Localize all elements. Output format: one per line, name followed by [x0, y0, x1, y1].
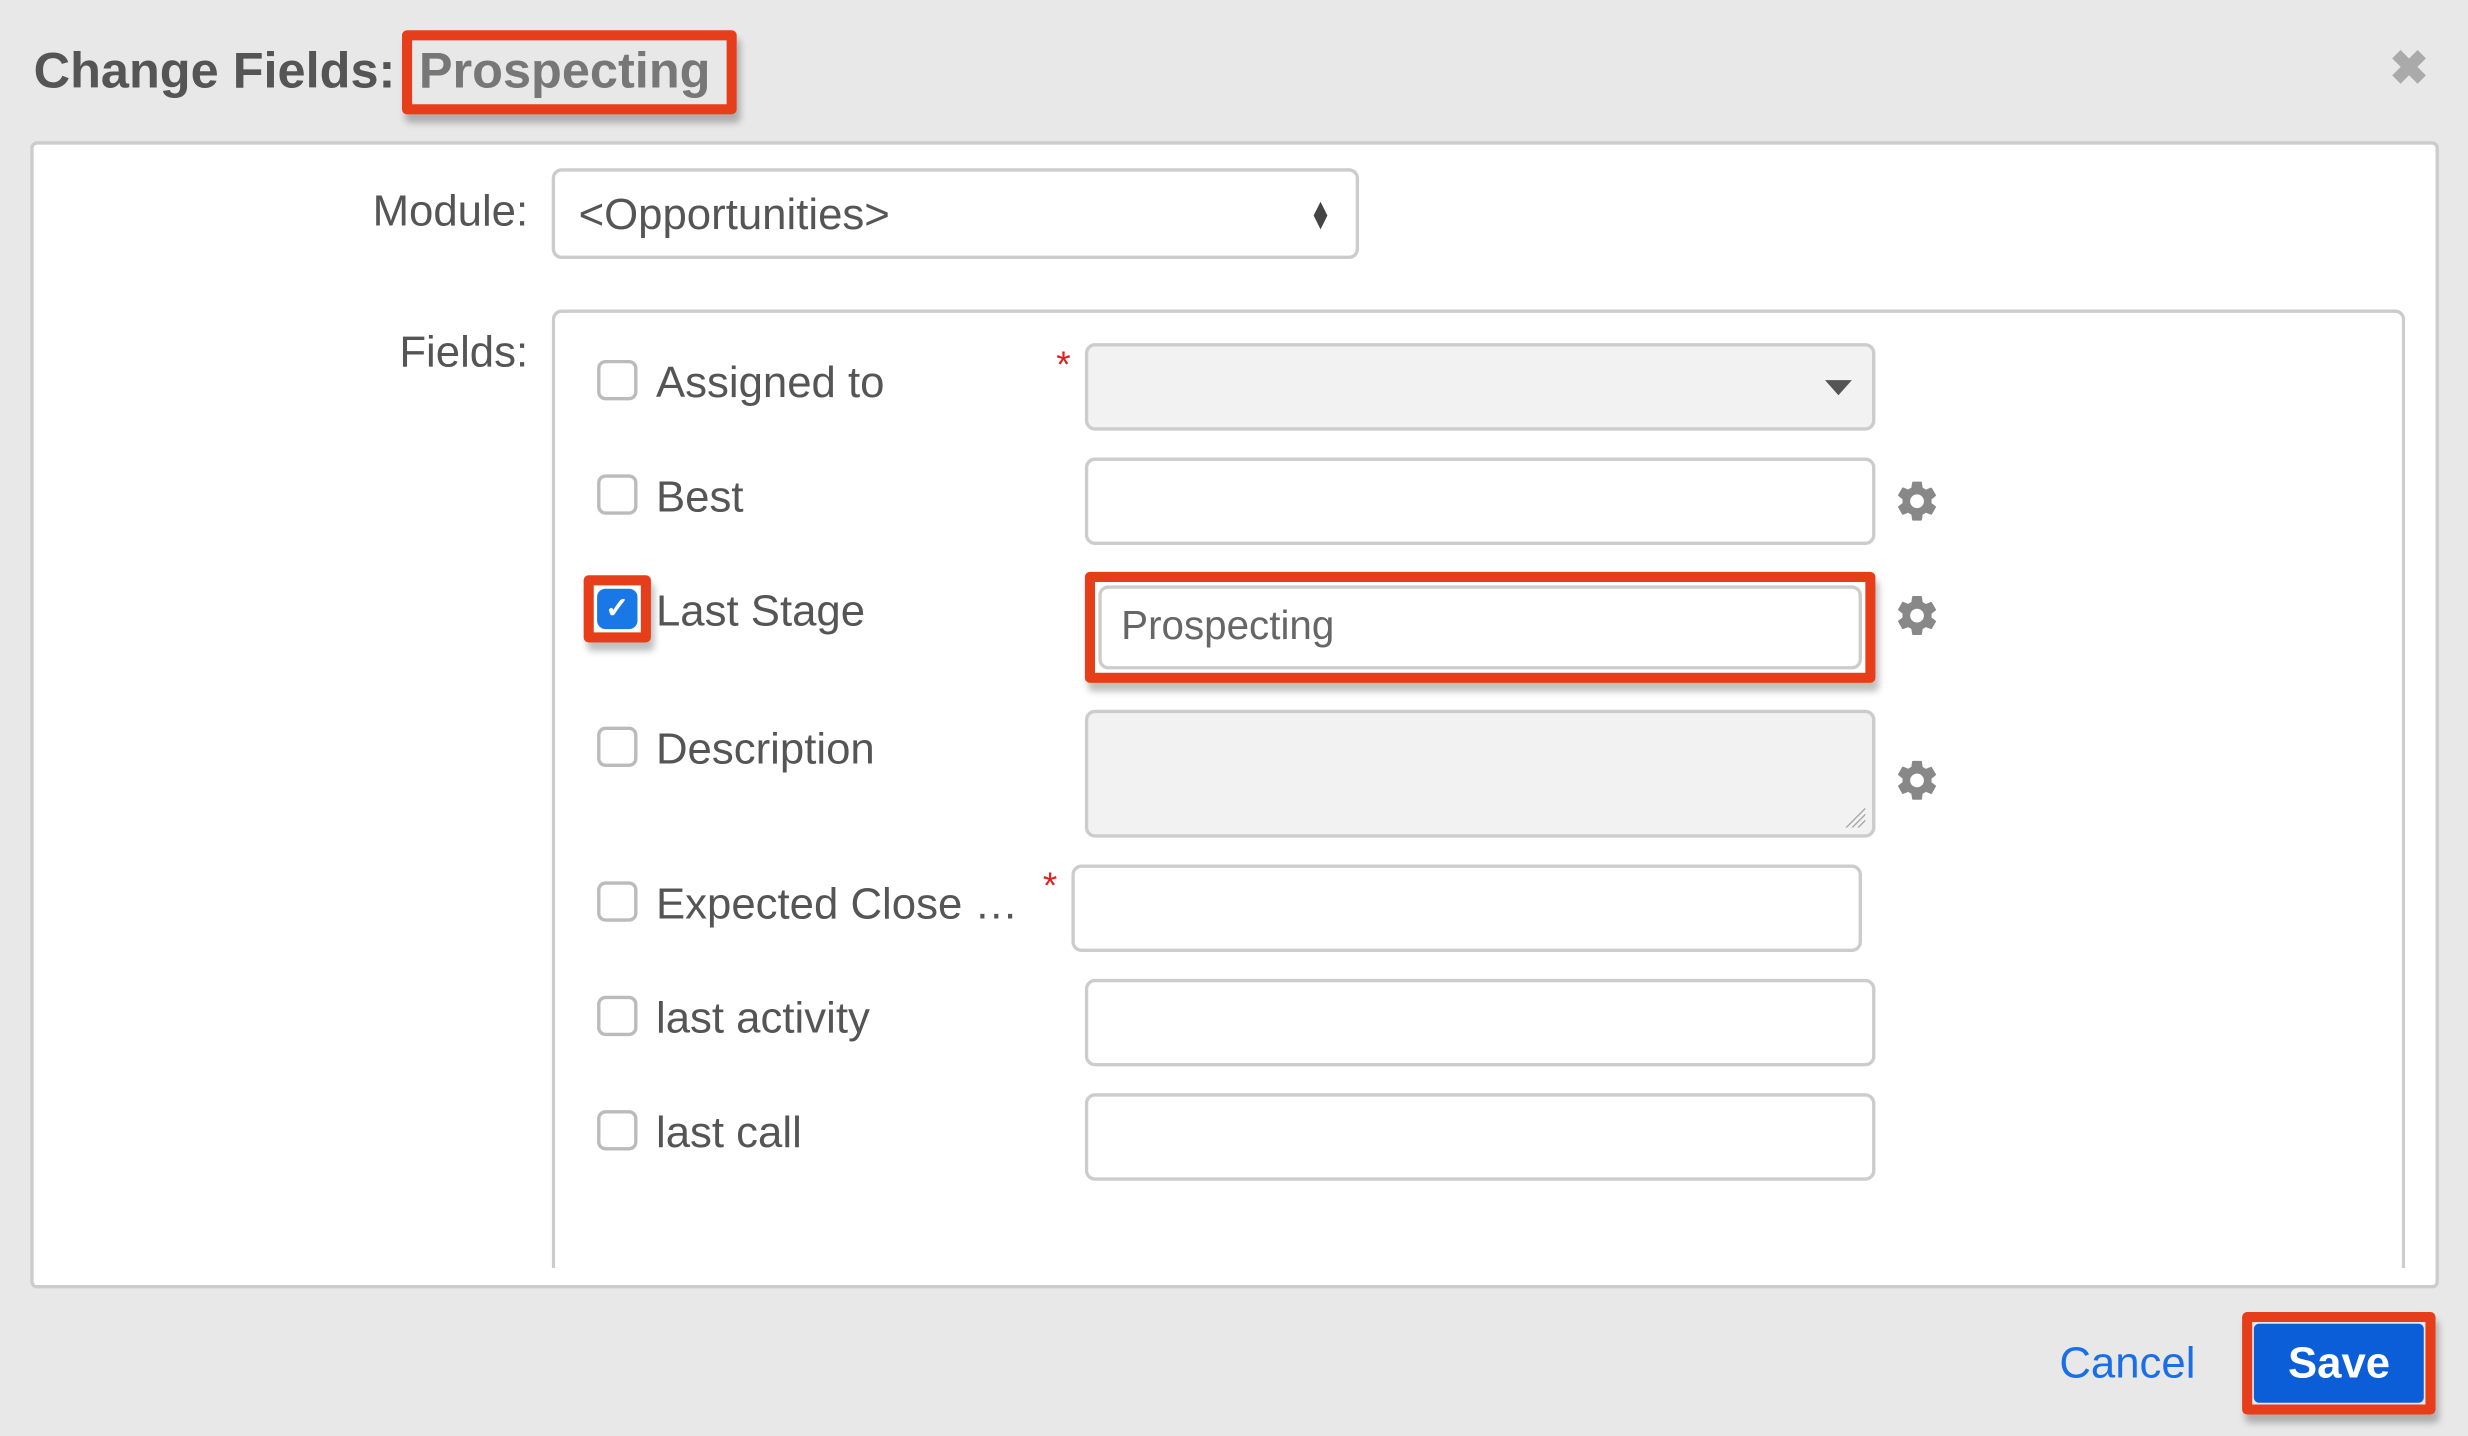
checkbox-expected-close-date[interactable]	[597, 881, 637, 921]
field-row-best: Best *	[582, 444, 2375, 558]
resize-grip-icon[interactable]	[1844, 807, 1864, 827]
field-label: last call	[656, 1107, 802, 1157]
chevron-down-icon	[1824, 379, 1851, 394]
close-icon[interactable]: ✖	[2389, 40, 2428, 96]
field-label: last activity	[656, 992, 870, 1042]
field-value: Prospecting	[1121, 604, 1334, 651]
field-label: Assigned to	[656, 357, 885, 407]
fields-label: Fields:	[64, 309, 552, 378]
field-row-description: Description *	[582, 696, 2375, 851]
input-highlight-frame: Prospecting	[1084, 572, 1875, 683]
field-input-expected-close-date[interactable]	[1071, 865, 1862, 952]
fields-container: Assigned to *	[552, 309, 2406, 1268]
gear-icon[interactable]	[1893, 592, 1940, 648]
gear-icon[interactable]	[1893, 478, 1940, 534]
save-button[interactable]: Save	[2254, 1324, 2423, 1403]
modal-panel: Module: <Opportunities> ▲▼ Fields: Assig…	[30, 141, 2439, 1288]
field-input-last-activity[interactable]	[1084, 979, 1875, 1066]
field-textarea-description[interactable]	[1084, 710, 1875, 838]
field-input-last-call[interactable]	[1084, 1093, 1875, 1180]
field-row-expected-close-date: Expected Close D... *	[582, 851, 2375, 965]
module-label: Module:	[64, 168, 552, 237]
checkbox-assigned-to[interactable]	[597, 360, 637, 400]
fields-row: Fields: Assigned to *	[64, 309, 2405, 1268]
field-label: Expected Close D...	[656, 878, 1039, 928]
checkbox-last-call[interactable]	[597, 1110, 637, 1150]
field-label: Description	[656, 723, 875, 773]
module-row: Module: <Opportunities> ▲▼	[64, 168, 2405, 259]
field-row-last-activity: last activity *	[582, 965, 2375, 1079]
required-asterisk: *	[1053, 343, 1084, 387]
cancel-button[interactable]: Cancel	[2019, 1320, 2236, 1406]
required-asterisk: *	[1039, 865, 1070, 909]
field-label: Best	[656, 471, 744, 521]
checkbox-description[interactable]	[597, 727, 637, 767]
field-input-last-stage[interactable]: Prospecting	[1098, 585, 1862, 669]
field-dropdown-assigned-to[interactable]	[1084, 343, 1875, 430]
module-select[interactable]: <Opportunities> ▲▼	[552, 168, 1359, 259]
modal-title-prefix: Change Fields:	[34, 44, 396, 101]
gear-icon[interactable]	[1893, 757, 1940, 813]
checkbox-last-activity[interactable]	[597, 996, 637, 1036]
save-highlight-frame: Save	[2243, 1312, 2436, 1415]
field-row-assigned-to: Assigned to *	[582, 330, 2375, 444]
module-select-value: <Opportunities>	[579, 188, 890, 240]
select-sort-icon: ▲▼	[1309, 200, 1332, 227]
modal-footer: Cancel Save	[0, 1288, 2468, 1414]
checkbox-last-stage[interactable]: ✓	[597, 589, 637, 629]
field-row-last-stage: ✓ Last Stage * Prospecting	[582, 558, 2375, 696]
field-row-last-call: last call *	[582, 1080, 2375, 1194]
modal-title-highlight: Prospecting	[402, 30, 737, 114]
checkbox-highlight-frame: ✓	[584, 575, 651, 642]
change-fields-modal: Change Fields: Prospecting ✖ Module: <Op…	[0, 0, 2468, 1431]
field-label: Last Stage	[656, 585, 865, 635]
modal-header: Change Fields: Prospecting ✖	[0, 0, 2468, 135]
checkbox-best[interactable]	[597, 474, 637, 514]
field-input-best[interactable]	[1084, 458, 1875, 545]
